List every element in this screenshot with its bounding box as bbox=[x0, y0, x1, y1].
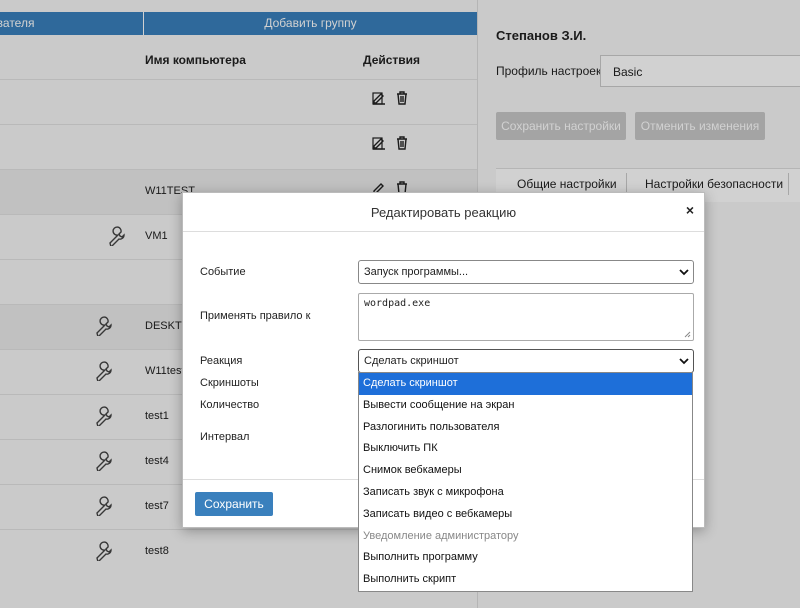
dropdown-option[interactable]: Сделать скриншот bbox=[359, 373, 692, 395]
save-button[interactable]: Сохранить bbox=[195, 492, 273, 516]
reaction-select[interactable]: Сделать скриншот bbox=[358, 349, 694, 373]
apply-to-textarea[interactable]: wordpad.exe bbox=[358, 293, 694, 341]
dropdown-option[interactable]: Снимок вебкамеры bbox=[359, 460, 692, 482]
dropdown-option[interactable]: Выполнить программу bbox=[359, 547, 692, 569]
dropdown-option[interactable]: Вывести сообщение на экран bbox=[359, 395, 692, 417]
close-icon[interactable]: × bbox=[686, 202, 694, 218]
modal-header-divider bbox=[183, 231, 704, 232]
apply-to-label: Применять правило к bbox=[200, 310, 311, 322]
reaction-dropdown-list: Сделать скриншот Вывести сообщение на эк… bbox=[358, 372, 693, 592]
count-label: Количество bbox=[200, 399, 260, 411]
chevron-down-icon bbox=[679, 269, 689, 276]
screenshots-label: Скриншоты bbox=[200, 377, 259, 389]
dropdown-option: Уведомление администратору bbox=[363, 529, 519, 542]
reaction-select-value: Сделать скриншот bbox=[364, 355, 459, 367]
resize-handle-icon[interactable] bbox=[684, 331, 691, 338]
modal-title: Редактировать реакцию bbox=[370, 205, 517, 220]
reaction-label: Реакция bbox=[200, 355, 243, 367]
event-label: Событие bbox=[200, 266, 246, 278]
apply-to-value: wordpad.exe bbox=[364, 298, 431, 309]
dropdown-option[interactable]: Выключить ПК bbox=[359, 438, 692, 460]
event-select[interactable]: Запуск программы... bbox=[358, 260, 694, 284]
dropdown-option[interactable]: Записать видео с вебкамеры bbox=[359, 504, 692, 526]
event-select-value: Запуск программы... bbox=[364, 266, 469, 278]
interval-label: Интервал bbox=[200, 431, 250, 443]
dropdown-option[interactable]: Записать звук с микрофона bbox=[359, 482, 692, 504]
chevron-down-icon bbox=[679, 358, 689, 365]
dropdown-option[interactable]: Разлогинить пользователя bbox=[359, 417, 692, 439]
dropdown-option[interactable]: Выполнить скрипт bbox=[359, 569, 692, 591]
